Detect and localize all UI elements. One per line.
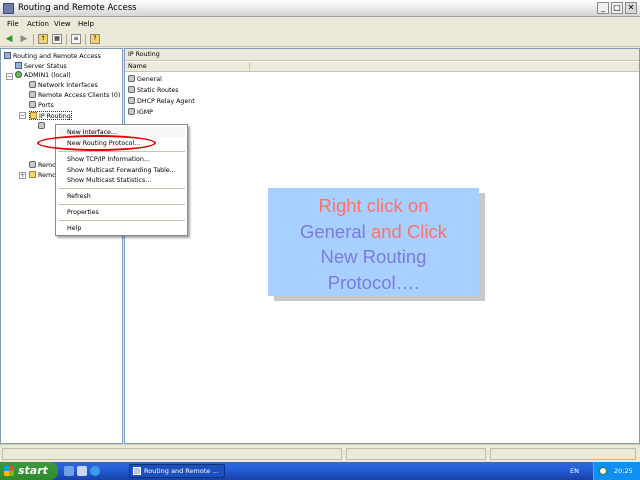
- taskbar-button-rras[interactable]: Routing and Remote ...: [129, 464, 225, 478]
- tree-root[interactable]: Routing and Remote Access: [4, 52, 101, 61]
- start-button[interactable]: start: [0, 462, 58, 480]
- general-icon: [128, 75, 135, 82]
- expander-remote-logging[interactable]: +: [19, 172, 26, 179]
- status-cell: [2, 448, 342, 460]
- callout-line-1: Right click on: [318, 195, 429, 216]
- details-header: IP Routing: [125, 49, 639, 61]
- callout-and-click: and Click: [370, 220, 448, 242]
- tree-network-interfaces[interactable]: Network Interfaces: [29, 81, 98, 90]
- toolbar-separator: [85, 34, 86, 45]
- maximize-button[interactable]: □: [611, 2, 623, 14]
- start-label: start: [18, 464, 48, 477]
- window-title: Routing and Remote Access: [18, 3, 137, 13]
- internet-explorer-icon[interactable]: [90, 466, 100, 476]
- windows-flag-icon: [4, 466, 14, 476]
- export-list-icon[interactable]: ≡: [71, 34, 81, 44]
- menu-view[interactable]: View: [54, 20, 71, 28]
- title-bar[interactable]: Routing and Remote Access _ □ ✕: [0, 0, 640, 17]
- policies-icon: [29, 161, 36, 168]
- show-hide-tree-icon[interactable]: ▦: [52, 34, 62, 44]
- back-arrow-icon[interactable]: ◀: [3, 33, 15, 45]
- column-name[interactable]: Name: [128, 63, 147, 70]
- menu-action[interactable]: Action: [27, 20, 49, 28]
- language-indicator[interactable]: EN: [570, 467, 579, 475]
- expander-ip-routing[interactable]: −: [19, 112, 26, 119]
- toolbar-separator: [66, 34, 67, 45]
- instruction-callout: Right click on General and Click New Rou…: [268, 188, 479, 296]
- menu-help[interactable]: Help: [78, 20, 94, 28]
- annotation-ellipse: [37, 135, 156, 151]
- server-icon: [4, 52, 11, 59]
- app-window: Routing and Remote Access _ □ ✕ File Act…: [0, 0, 640, 462]
- callout-general: General: [299, 220, 366, 242]
- menu-file[interactable]: File: [7, 20, 19, 28]
- console-tree: Routing and Remote Access Server Status …: [0, 48, 123, 444]
- tree-ip-routing[interactable]: IP Routing: [29, 111, 72, 120]
- details-title: IP Routing: [128, 51, 160, 58]
- status-bar: [0, 444, 640, 462]
- menu-show-multicast-forwarding-table[interactable]: Show Multicast Forwarding Table...: [67, 167, 176, 174]
- expander-server[interactable]: −: [6, 73, 13, 80]
- rras-icon: [133, 467, 141, 475]
- folder-icon: [30, 112, 37, 119]
- callout-line-4: Protocol….: [327, 271, 420, 293]
- context-menu-separator: [58, 220, 185, 221]
- list-item-static-routes[interactable]: Static Routes: [128, 86, 179, 94]
- column-header[interactable]: Name: [125, 62, 639, 72]
- callout-line-2: General and Click: [268, 219, 479, 245]
- app-icon: [3, 3, 14, 14]
- menu-show-multicast-statistics[interactable]: Show Multicast Statistics...: [67, 177, 151, 184]
- tree-server-admin1[interactable]: ADMIN1 (local): [15, 71, 71, 80]
- up-folder-icon[interactable]: ↑: [38, 34, 48, 44]
- status-cell: [346, 448, 486, 460]
- context-menu-separator: [58, 151, 185, 152]
- menu-show-tcpip-information[interactable]: Show TCP/IP Information...: [67, 156, 150, 163]
- callout-line-3: New Routing: [320, 246, 427, 267]
- context-menu-separator: [58, 188, 185, 189]
- tree-remote-access-policies[interactable]: Remo: [29, 161, 56, 170]
- ports-icon: [29, 101, 36, 108]
- column-divider[interactable]: [249, 62, 250, 72]
- server-status-icon: [15, 62, 22, 69]
- network-tray-icon[interactable]: [599, 467, 607, 475]
- tree-ports[interactable]: Ports: [29, 101, 54, 110]
- forward-arrow-icon[interactable]: ▶: [18, 33, 30, 45]
- clock[interactable]: 20:25: [614, 467, 633, 475]
- context-menu-separator: [58, 204, 185, 205]
- minimize-button[interactable]: _: [597, 2, 609, 14]
- tree-remote-access-clients[interactable]: Remote Access Clients (0): [29, 91, 120, 100]
- list-item-general[interactable]: General: [128, 75, 162, 83]
- status-cell: [490, 448, 636, 460]
- menu-properties[interactable]: Properties: [67, 209, 99, 216]
- general-icon: [38, 122, 45, 129]
- toolbar: ◀ ▶ ↑ ▦ ≡ ?: [0, 31, 640, 47]
- menu-help-item[interactable]: Help: [67, 225, 81, 232]
- server-online-icon: [15, 71, 22, 78]
- network-interfaces-icon: [29, 81, 36, 88]
- system-tray: 20:25: [593, 462, 640, 480]
- dhcp-relay-icon: [128, 97, 135, 104]
- help-icon[interactable]: ?: [90, 34, 100, 44]
- toolbar-separator: [33, 34, 34, 45]
- static-routes-icon: [128, 86, 135, 93]
- taskbar-button-label: Routing and Remote ...: [144, 467, 219, 475]
- show-desktop-icon[interactable]: [64, 466, 74, 476]
- menu-bar: File Action View Help: [0, 18, 640, 30]
- close-button[interactable]: ✕: [625, 2, 637, 14]
- taskbar: start Routing and Remote ... EN 20:25: [0, 462, 640, 480]
- tree-general[interactable]: [38, 122, 52, 131]
- list-item-igmp[interactable]: IGMP: [128, 108, 153, 116]
- folder-icon: [29, 171, 36, 178]
- quicklaunch-icon[interactable]: [77, 466, 87, 476]
- igmp-icon: [128, 108, 135, 115]
- tree-remote-access-logging[interactable]: Remo: [29, 171, 56, 180]
- menu-refresh[interactable]: Refresh: [67, 193, 91, 200]
- clients-icon: [29, 91, 36, 98]
- list-item-dhcp-relay-agent[interactable]: DHCP Relay Agent: [128, 97, 195, 105]
- tree-server-status[interactable]: Server Status: [15, 62, 67, 71]
